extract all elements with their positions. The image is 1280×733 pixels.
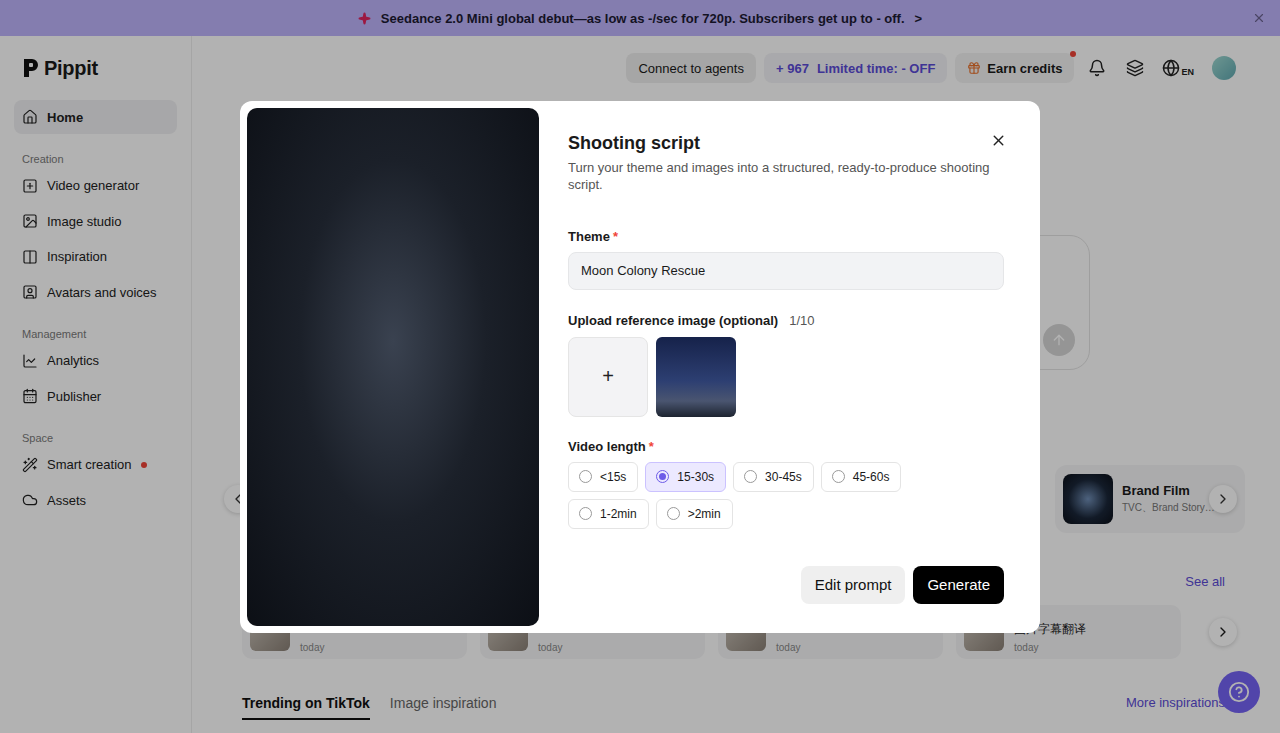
length-option[interactable]: 1-2min [568,499,649,529]
video-length-label: Video length* [568,439,1011,454]
dialog-illustration [247,108,539,626]
dialog-actions: Edit promptGenerate [568,566,1011,604]
dialog-title: Shooting script [568,132,1011,154]
upload-button[interactable]: + [568,337,648,417]
radio-button[interactable] [656,470,669,483]
modal-overlay[interactable]: Shooting script Turn your theme and image… [0,0,1280,733]
page: Seedance 2.0 Mini global debut—as low as… [0,0,1280,733]
theme-label: Theme* [568,229,1011,244]
radio-button[interactable] [744,470,757,483]
dialog-subtitle: Turn your theme and images into a struct… [568,159,1008,193]
theme-input[interactable]: Moon Colony Rescue [568,252,1004,290]
dialog-form: Shooting script Turn your theme and image… [539,108,1033,626]
radio-button[interactable] [579,470,592,483]
length-option[interactable]: <15s [568,462,638,492]
upload-count: 1/10 [789,313,814,328]
radio-button[interactable] [832,470,845,483]
length-option[interactable]: 30-45s [733,462,814,492]
length-option[interactable]: 45-60s [821,462,902,492]
video-length-options: <15s15-30s30-45s45-60s 1-2min>2min [568,462,988,529]
radio-button[interactable] [667,507,680,520]
close-icon [990,132,1007,149]
generate-button[interactable]: Generate [913,566,1004,604]
edit-prompt-button[interactable]: Edit prompt [801,566,906,604]
length-option[interactable]: >2min [656,499,733,529]
shooting-script-dialog: Shooting script Turn your theme and image… [240,101,1040,633]
dialog-close-button[interactable] [990,132,1007,149]
upload-row: + [568,337,1011,417]
upload-label: Upload reference image (optional)1/10 [568,313,1011,328]
radio-button[interactable] [579,507,592,520]
reference-image[interactable] [656,337,736,417]
length-option[interactable]: 15-30s [645,462,726,492]
